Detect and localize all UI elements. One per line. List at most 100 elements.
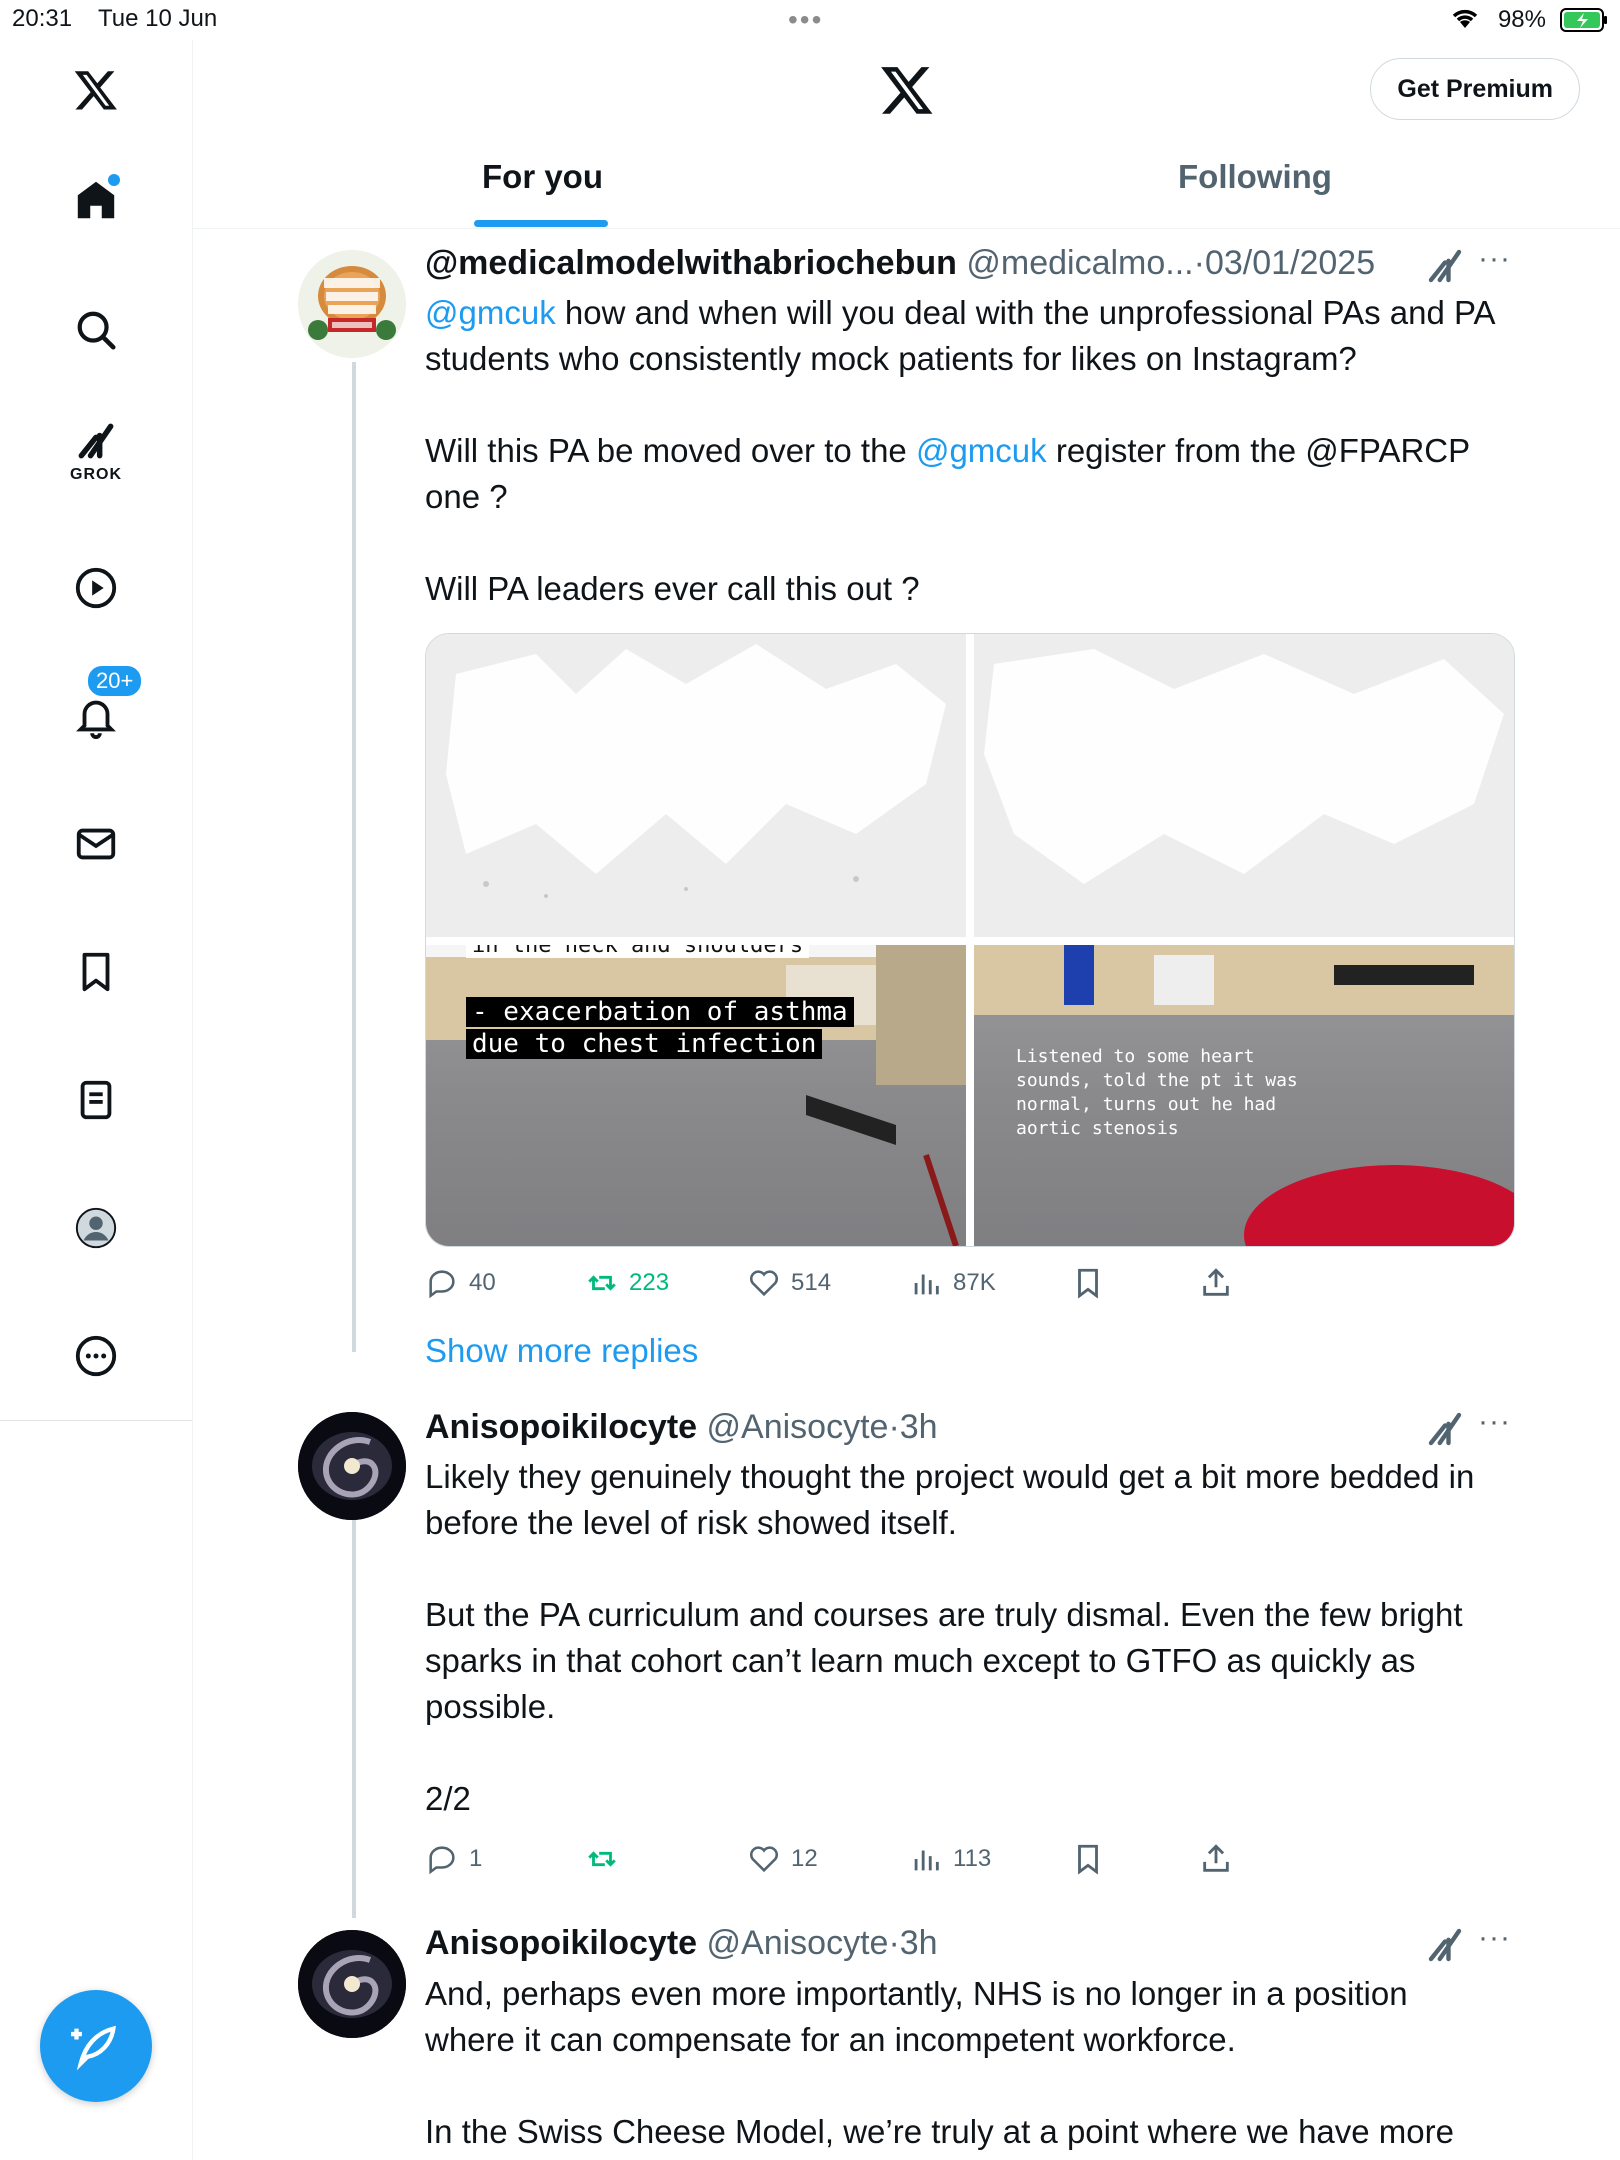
post-actions: 1 12 113 <box>425 1842 1245 1882</box>
x-logo-icon[interactable] <box>66 60 126 120</box>
sidebar-divider <box>0 1420 192 1421</box>
compose-feather-icon <box>71 2025 116 2071</box>
x-logo-icon[interactable] <box>879 62 935 118</box>
repost-icon <box>588 1851 616 1867</box>
author-name[interactable]: Anisopoikilocyte <box>425 1408 697 1446</box>
notifications-badge: 20+ <box>86 664 144 698</box>
bookmark-icon[interactable] <box>66 942 126 1002</box>
post-more-icon[interactable]: ··· <box>1478 1921 1511 1955</box>
repost-icon <box>588 1275 616 1291</box>
media-image-4[interactable]: Listened to some heart sounds, told the … <box>974 945 1514 1246</box>
post-more-icon[interactable]: ··· <box>1478 242 1511 276</box>
mention-link[interactable]: @gmcuk <box>916 432 1047 469</box>
views-button[interactable]: 113 <box>909 1842 991 1876</box>
post-time[interactable]: 03/01/2025 <box>1205 244 1375 282</box>
profile-icon[interactable] <box>66 1198 126 1258</box>
reply-count: 40 <box>469 1269 496 1296</box>
active-tab-indicator <box>474 220 608 227</box>
post-header: Anisopoikilocyte @Anisocyte·3h <box>425 1408 938 1447</box>
sidebar: GROK 20+ <box>0 40 193 2160</box>
home-icon[interactable] <box>66 170 126 230</box>
thread-line <box>352 362 356 1352</box>
show-more-replies-link[interactable]: Show more replies <box>425 1332 698 1370</box>
like-button[interactable]: 12 <box>747 1842 818 1876</box>
post-header: Anisopoikilocyte @Anisocyte·3h <box>425 1924 938 1963</box>
bookmark-button[interactable] <box>1071 1842 1105 1876</box>
views-button[interactable]: 87K <box>909 1266 996 1300</box>
author-name[interactable]: Anisopoikilocyte <box>425 1924 697 1962</box>
meta-separator: · <box>888 1408 900 1446</box>
tab-for-you[interactable]: For you <box>482 158 603 196</box>
author-handle[interactable]: @Anisocyte <box>707 1408 889 1446</box>
post-text: Likely they genuinely thought the projec… <box>425 1458 1475 1817</box>
tab-following[interactable]: Following <box>1178 158 1332 196</box>
battery-percent: 98% <box>1497 6 1546 33</box>
reply-button[interactable]: 1 <box>425 1842 482 1876</box>
media-image-2[interactable] <box>974 634 1514 937</box>
like-count: 12 <box>791 1845 818 1872</box>
heart-icon <box>749 1270 779 1297</box>
reply-button[interactable]: 40 <box>425 1266 496 1300</box>
share-icon <box>1203 1844 1229 1872</box>
status-bar: 20:31 Tue 10 Jun ••• 98% <box>0 0 1620 40</box>
heart-icon <box>749 1846 779 1873</box>
reply-count: 1 <box>469 1845 483 1872</box>
post-time[interactable]: 3h <box>900 1408 938 1446</box>
author-handle[interactable]: @medicalmo... <box>966 244 1193 282</box>
get-premium-button[interactable]: Get Premium <box>1370 58 1580 120</box>
mail-icon[interactable] <box>66 814 126 874</box>
top-bar: Get Premium For you Following <box>193 40 1620 229</box>
views-count: 113 <box>953 1845 992 1872</box>
author-handle[interactable]: @Anisocyte <box>707 1924 889 1962</box>
status-time: 20:31 <box>12 5 73 32</box>
views-icon <box>914 1850 939 1871</box>
grok-explain-icon[interactable] <box>1424 1408 1466 1450</box>
views-count: 87K <box>953 1269 996 1296</box>
grok-label: GROK <box>70 466 122 483</box>
image-caption-right: Listened to some heart sounds, told the … <box>1016 1046 1298 1139</box>
like-count: 514 <box>791 1269 832 1296</box>
share-button[interactable] <box>1199 1266 1233 1300</box>
battery-icon <box>1560 8 1607 32</box>
compose-button[interactable] <box>40 1990 152 2102</box>
home-new-dot <box>108 174 120 186</box>
post-actions: 40 223 514 87K <box>425 1266 1245 1306</box>
thread-line <box>352 1518 356 1918</box>
grok-explain-icon[interactable] <box>1424 245 1466 287</box>
reply-icon <box>429 1846 455 1875</box>
image-caption-top: in the neck and shoulders <box>466 945 810 958</box>
post-text: @gmcuk how and when will you deal with t… <box>425 290 1505 612</box>
search-icon[interactable] <box>66 300 126 360</box>
meta-separator: · <box>1193 244 1205 282</box>
media-image-1[interactable] <box>426 634 966 937</box>
post-header: @medicalmodelwithabriochebun @medicalmo.… <box>425 244 1375 283</box>
wifi-icon <box>1452 9 1478 28</box>
avatar[interactable] <box>298 250 406 358</box>
reply-icon <box>429 1270 455 1299</box>
post-time[interactable]: 3h <box>900 1924 938 1962</box>
avatar[interactable] <box>298 1412 406 1520</box>
repost-button[interactable] <box>585 1842 619 1876</box>
status-date: Tue 10 Jun <box>98 5 218 32</box>
play-icon[interactable] <box>66 558 126 618</box>
share-button[interactable] <box>1199 1842 1233 1876</box>
multitask-dots-icon[interactable]: ••• <box>788 4 823 36</box>
more-icon[interactable] <box>66 1326 126 1386</box>
image-caption-line1: - exacerbation of asthma <box>466 997 854 1027</box>
repost-button[interactable]: 223 <box>585 1266 669 1300</box>
like-button[interactable]: 514 <box>747 1266 831 1300</box>
post-text: And, perhaps even more importantly, NHS … <box>425 1975 1454 2150</box>
bell-icon[interactable]: 20+ <box>66 664 144 746</box>
media-image-3[interactable]: in the neck and shoulders - exacerbation… <box>426 945 966 1246</box>
grok-explain-icon[interactable] <box>1424 1924 1466 1966</box>
bookmark-button[interactable] <box>1071 1266 1105 1300</box>
mention-link[interactable]: @gmcuk <box>425 294 556 331</box>
image-caption-line2: due to chest infection <box>466 1029 823 1059</box>
author-name[interactable]: @medicalmodelwithabriochebun <box>425 244 957 282</box>
post-more-icon[interactable]: ··· <box>1478 1405 1511 1439</box>
list-icon[interactable] <box>66 1070 126 1130</box>
media-grid[interactable]: in the neck and shoulders - exacerbation… <box>425 633 1515 1247</box>
grok-icon[interactable]: GROK <box>66 418 126 483</box>
bookmark-icon <box>1078 1844 1098 1875</box>
avatar[interactable] <box>298 1930 406 2038</box>
